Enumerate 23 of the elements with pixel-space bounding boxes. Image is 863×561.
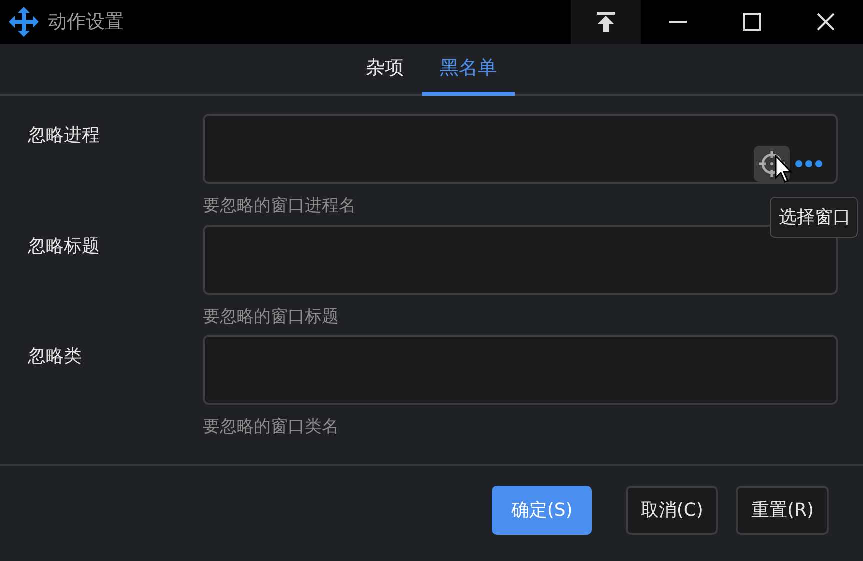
more-icon[interactable]: [795, 160, 823, 168]
window-title: 动作设置: [48, 10, 124, 35]
hint-text: 要忽略的窗口标题: [203, 306, 339, 326]
tab[interactable]: 黑名单: [422, 46, 515, 96]
field-label: 忽略标题: [28, 234, 101, 258]
input-field[interactable]: [203, 114, 838, 184]
dialog-button[interactable]: 重置(R): [736, 486, 829, 535]
move-arrows-icon: [9, 7, 39, 37]
maximize-icon: [743, 13, 761, 31]
minimize-icon: [669, 21, 687, 23]
dialog-button[interactable]: 取消(C): [626, 486, 718, 535]
pin-top-button[interactable]: [571, 0, 641, 44]
tooltip: 选择窗口: [770, 197, 858, 238]
field-label: 忽略进程: [28, 124, 101, 148]
close-icon: [817, 13, 835, 31]
mouse-pointer-icon: [775, 155, 793, 183]
tab[interactable]: 杂项: [348, 46, 422, 96]
hint-text: 要忽略的窗口进程名: [203, 196, 356, 216]
input-field[interactable]: [203, 224, 838, 294]
input-field[interactable]: [203, 335, 838, 405]
field-label: 忽略类: [28, 345, 83, 369]
pin-top-icon: [597, 12, 615, 32]
hint-text: 要忽略的窗口类名: [203, 417, 339, 437]
